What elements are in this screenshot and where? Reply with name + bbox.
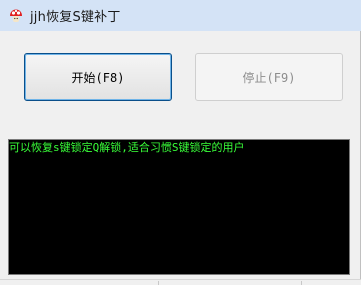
app-window: jjh恢复S键补丁 开始(F8) 停止(F9) 可以恢复s键锁定Q解锁,适合习惯… <box>0 0 361 285</box>
start-button[interactable]: 开始(F8) <box>24 53 172 101</box>
mushroom-icon <box>8 8 24 24</box>
title-bar[interactable]: jjh恢复S键补丁 <box>0 0 361 31</box>
status-divider <box>301 281 302 285</box>
window-title: jjh恢复S键补丁 <box>30 10 121 25</box>
stop-button[interactable]: 停止(F9) <box>195 53 343 101</box>
status-divider <box>158 281 159 285</box>
console-line: 可以恢复s键锁定Q解锁,适合习惯S键锁定的用户 <box>9 141 245 154</box>
status-bar <box>0 279 361 285</box>
console-output[interactable]: 可以恢复s键锁定Q解锁,适合习惯S键锁定的用户 <box>8 139 350 275</box>
